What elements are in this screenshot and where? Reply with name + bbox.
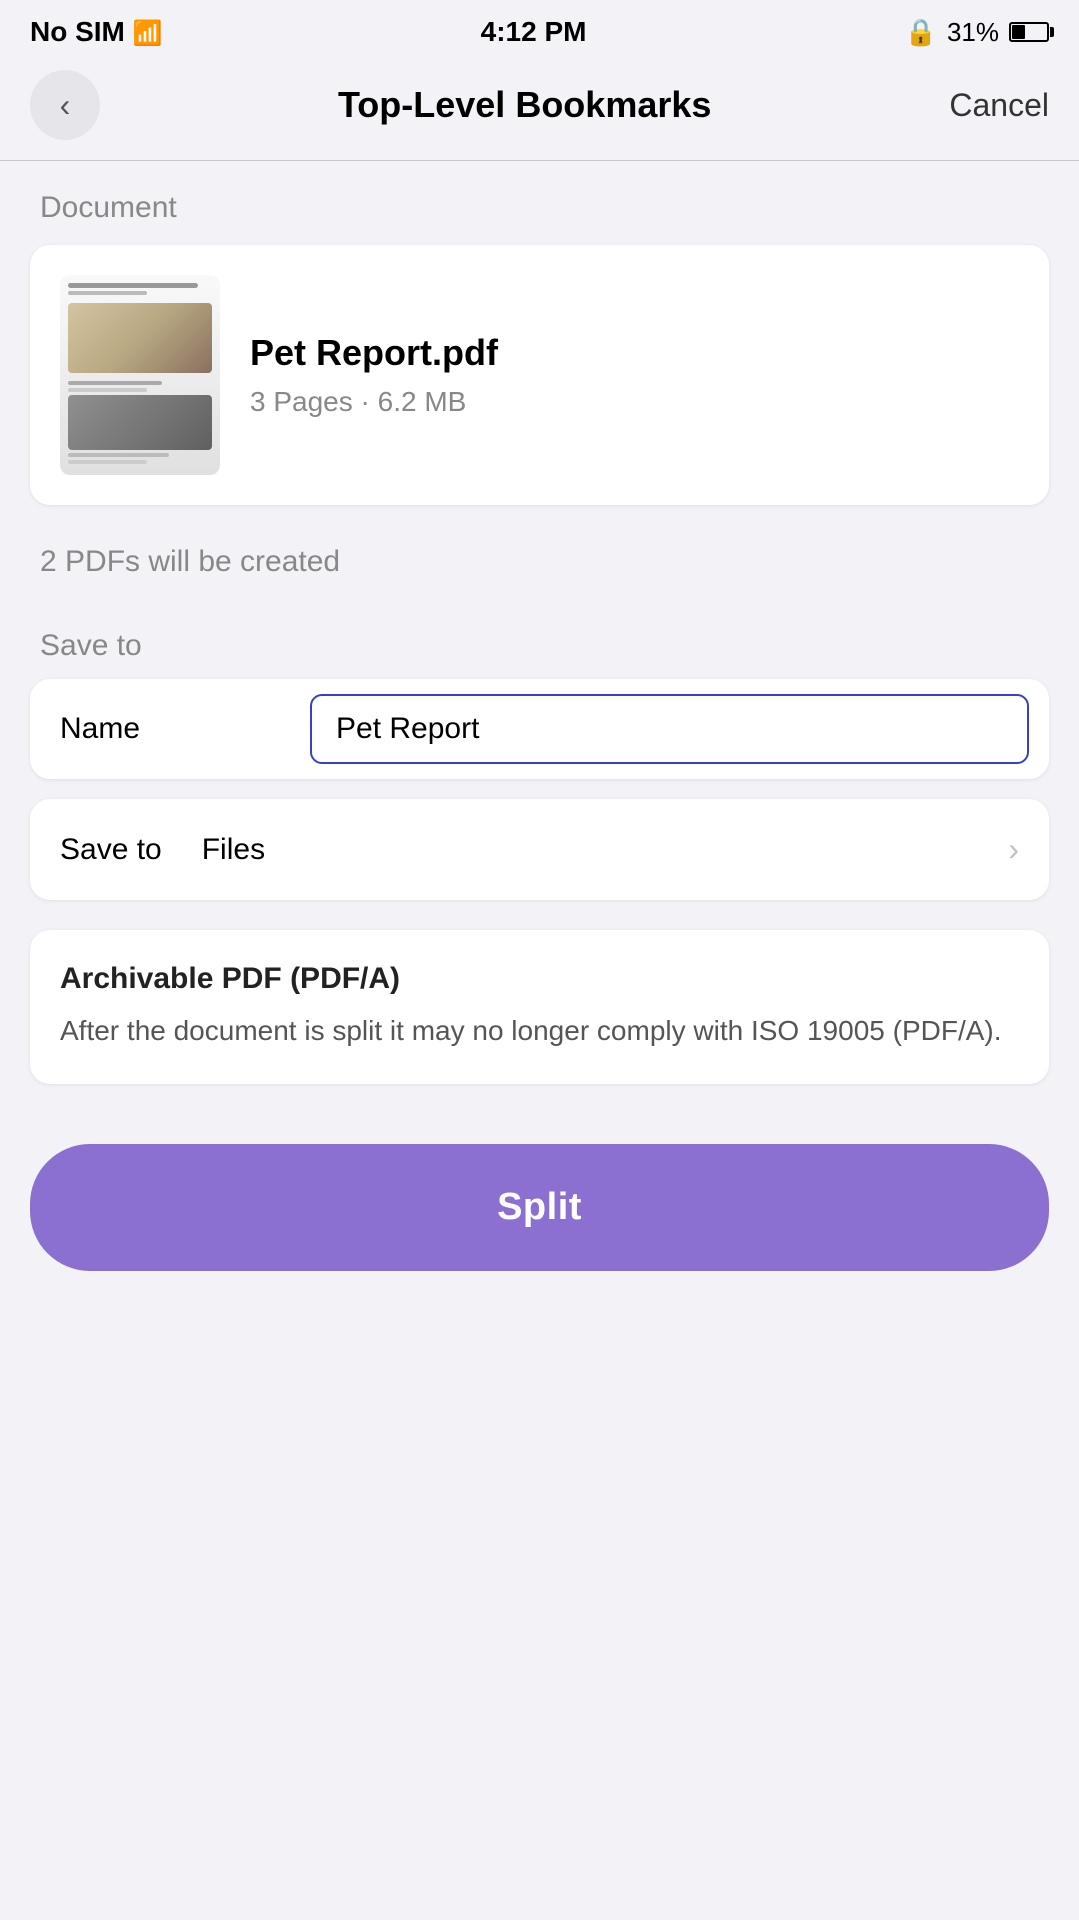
status-right: 🔒 31% (905, 17, 1049, 48)
archivable-description: After the document is split it may no lo… (60, 1010, 1019, 1052)
name-label: Name (30, 682, 290, 776)
save-to-files-card[interactable]: Save to Files › (30, 799, 1049, 900)
save-to-row-label: Save to (60, 833, 162, 867)
time-label: 4:12 PM (481, 16, 587, 48)
document-section-label: Document (30, 191, 1049, 225)
pdfs-info: 2 PDFs will be created (30, 545, 1049, 579)
battery-icon (1009, 22, 1049, 42)
main-content: Document Pet Report.pdf 3 Pages · 6.2 MB… (0, 191, 1079, 1311)
files-destination-label: Files (202, 833, 265, 867)
name-input-cell (290, 684, 1049, 774)
back-button[interactable]: ‹ (30, 70, 100, 140)
document-thumbnail (60, 275, 220, 475)
back-chevron-icon: ‹ (60, 87, 71, 124)
cancel-button[interactable]: Cancel (949, 87, 1049, 124)
split-button[interactable]: Split (30, 1144, 1049, 1271)
archivable-card: Archivable PDF (PDF/A) After the documen… (30, 930, 1049, 1084)
document-meta: 3 Pages · 6.2 MB (250, 386, 1019, 418)
nav-title: Top-Level Bookmarks (338, 84, 711, 126)
wifi-icon: 📶 (133, 20, 163, 47)
status-bar: No SIM 📶 4:12 PM 🔒 31% (0, 0, 1079, 60)
nav-divider (0, 160, 1079, 161)
nav-bar: ‹ Top-Level Bookmarks Cancel (0, 60, 1079, 160)
name-input[interactable] (310, 694, 1029, 764)
carrier-label: No SIM 📶 (30, 16, 163, 48)
document-name: Pet Report.pdf (250, 332, 1019, 374)
battery-percent: 31% (947, 17, 999, 48)
document-info: Pet Report.pdf 3 Pages · 6.2 MB (250, 332, 1019, 418)
save-to-files-left: Save to Files (60, 833, 265, 867)
name-row: Name (30, 679, 1049, 779)
save-to-section-label: Save to (30, 629, 1049, 663)
chevron-right-icon: › (1008, 831, 1019, 868)
name-row-card: Name (30, 679, 1049, 779)
save-to-files-row[interactable]: Save to Files › (30, 799, 1049, 900)
document-card: Pet Report.pdf 3 Pages · 6.2 MB (30, 245, 1049, 505)
archivable-title: Archivable PDF (PDF/A) (60, 962, 1019, 996)
lock-icon: 🔒 (905, 17, 937, 48)
